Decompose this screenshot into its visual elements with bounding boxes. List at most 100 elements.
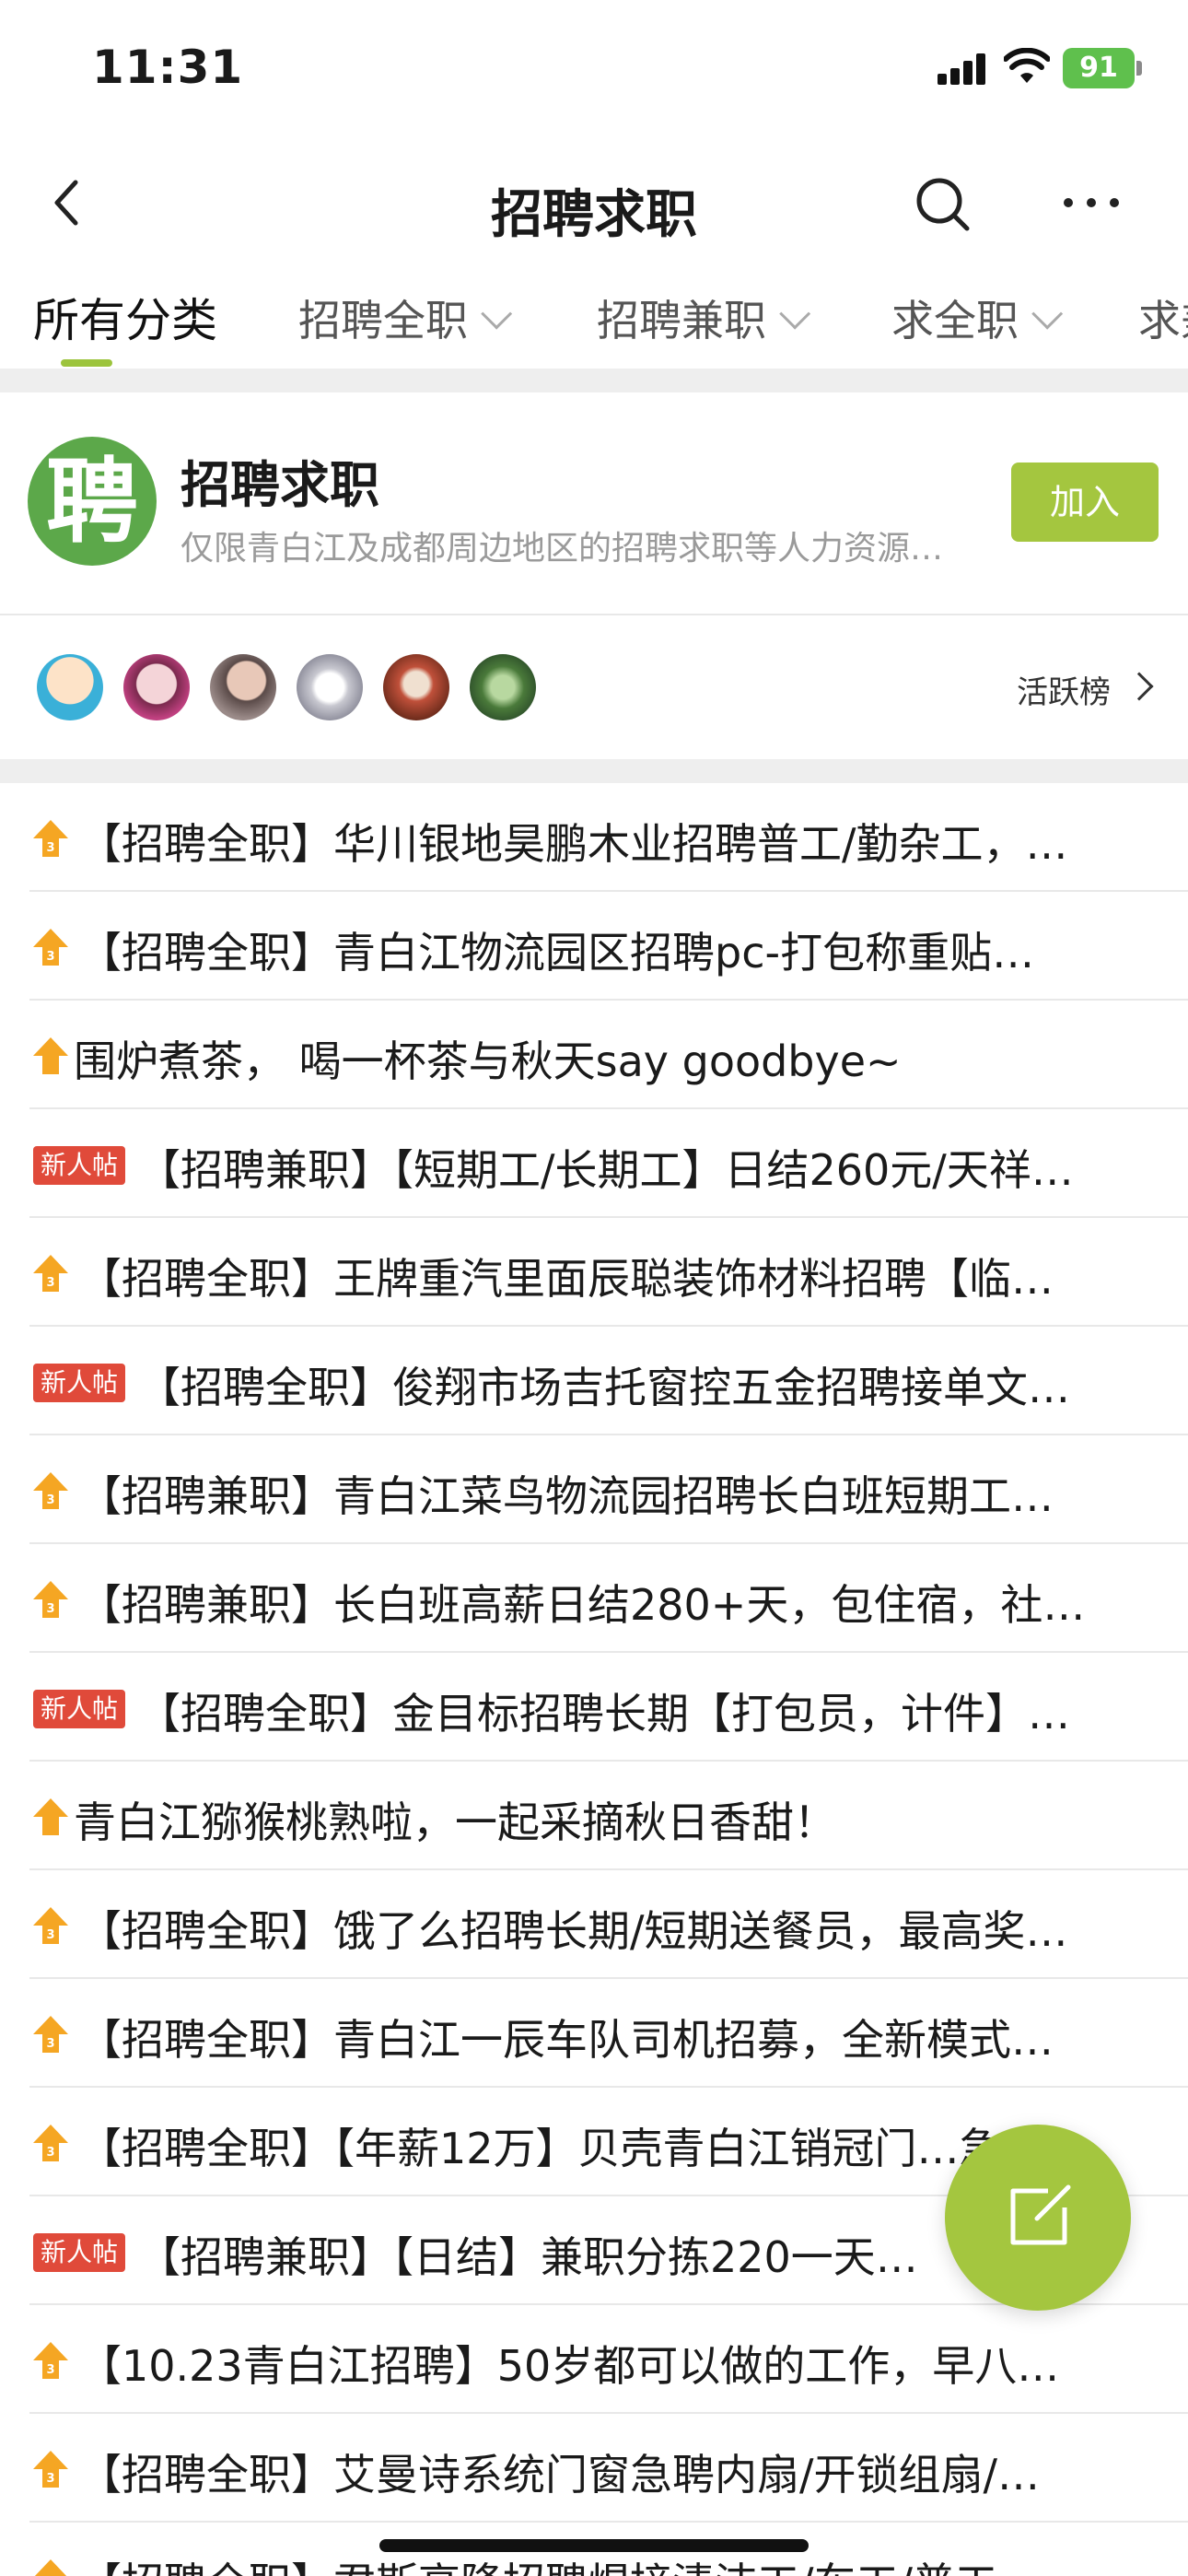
post-title: 【招聘兼职】长白班高薪日结280+天，包住宿，社…: [79, 1580, 1086, 1630]
boost-icon: 3: [33, 2016, 68, 2053]
wifi-icon: [1004, 48, 1050, 83]
boost-level: 3: [46, 1602, 54, 1616]
post-title: 【招聘全职】青白江一辰车队司机招募，全新模式…: [79, 2015, 1054, 2065]
new-post-badge: 新人帖: [33, 1364, 125, 1402]
boost-level: 3: [46, 1493, 54, 1507]
boost-icon: 3: [33, 1255, 68, 1292]
boost-icon: [33, 1037, 68, 1074]
group-logo: 聘: [28, 437, 157, 566]
list-item[interactable]: 新人帖 【招聘全职】金目标招聘长期【打包员，计件】…: [29, 1653, 1188, 1762]
avatar[interactable]: [470, 654, 536, 720]
list-item[interactable]: 围炉煮茶， 喝一杯茶与秋天say goodbye~: [29, 1001, 1188, 1109]
nav-bar: 招聘求职: [0, 147, 1188, 258]
avatar[interactable]: [123, 654, 190, 720]
boost-level: 3: [46, 2472, 54, 2486]
boost-icon: 3: [33, 2451, 68, 2488]
list-item[interactable]: 3 【招聘兼职】青白江菜鸟物流园招聘长白班短期工…: [29, 1435, 1188, 1544]
post-title: 【招聘全职】华川银地昊鹏木业招聘普工/勤杂工，…: [79, 819, 1068, 869]
boost-level: 3: [46, 1928, 54, 1942]
list-item[interactable]: 3 【招聘全职】王牌重汽里面辰聪装饰材料招聘【临…: [29, 1218, 1188, 1327]
tab-label: 求兼: [1138, 296, 1188, 345]
tab-label: 求全职: [891, 296, 1019, 345]
home-indicator: [379, 2539, 809, 2552]
boost-level: 3: [46, 2363, 54, 2377]
tab-recruit-parttime[interactable]: 招聘兼职: [597, 287, 811, 348]
list-item[interactable]: 3 【招聘全职】艾曼诗系统门窗急聘内扇/开锁组扇/…: [29, 2414, 1188, 2523]
avatar[interactable]: [37, 654, 103, 720]
chevron-down-icon: [779, 298, 811, 330]
compose-button[interactable]: [945, 2125, 1131, 2311]
boost-icon: 3: [33, 820, 68, 857]
post-title: 【招聘全职】饿了么招聘长期/短期送餐员，最高奖…: [79, 1906, 1068, 1956]
chevron-down-icon: [1031, 298, 1064, 330]
post-title: 【招聘兼职】【短期工/长期工】日结260元/天祥…: [138, 1145, 1074, 1195]
group-card[interactable]: 聘 招聘求职 仅限青白江及成都周边地区的招聘求职等人力资源… 加入: [0, 392, 1188, 614]
post-title: 围炉煮茶， 喝一杯茶与秋天say goodbye~: [74, 1036, 902, 1086]
post-title: 【招聘全职】艾曼诗系统门窗急聘内扇/开锁组扇/…: [79, 2450, 1040, 2500]
post-title: 【招聘全职】君斯高隆招聘焊接清洁工/车工/普工…: [79, 2550, 1166, 2576]
list-item[interactable]: 青白江猕猴桃熟啦，一起采摘秋日香甜！: [29, 1762, 1188, 1870]
category-tabs: 所有分类 招聘全职 招聘兼职 求全职 求兼: [0, 276, 1188, 369]
boost-level: 3: [46, 1276, 54, 1290]
tab-active-indicator: [61, 359, 112, 367]
section-divider: [0, 759, 1188, 783]
post-title: 【招聘全职】金目标招聘长期【打包员，计件】…: [138, 1689, 1070, 1739]
avatar[interactable]: [297, 654, 363, 720]
boost-icon: 3: [33, 2125, 68, 2161]
join-button[interactable]: 加入: [1011, 463, 1159, 542]
avatar[interactable]: [383, 654, 449, 720]
boost-icon: 3: [33, 2342, 68, 2379]
post-title: 【10.23青白江招聘】50岁都可以做的工作，早八…: [79, 2341, 1060, 2391]
boost-level: 3: [46, 2037, 54, 2051]
tab-all-categories[interactable]: 所有分类: [33, 284, 217, 350]
search-icon[interactable]: [914, 175, 973, 234]
chevron-right-icon: [1124, 672, 1154, 701]
boost-icon: 3: [33, 1581, 68, 1618]
section-divider: [0, 369, 1188, 392]
group-description: 仅限青白江及成都周边地区的招聘求职等人力资源…: [181, 530, 944, 568]
list-item[interactable]: 3 【招聘全职】青白江一辰车队司机招募，全新模式…: [29, 1979, 1188, 2088]
boost-icon: 3: [33, 1907, 68, 1944]
post-title: 【招聘全职】俊翔市场吉托窗控五金招聘接单文…: [138, 1363, 1070, 1412]
edit-icon: [1010, 2184, 1071, 2245]
status-bar: 11:31 91: [0, 0, 1188, 138]
post-title: 青白江猕猴桃熟啦，一起采摘秋日香甜！: [74, 1797, 836, 1847]
boost-icon: 3: [34, 2559, 67, 2576]
boost-icon: 3: [33, 1472, 68, 1509]
list-item[interactable]: 新人帖 【招聘全职】俊翔市场吉托窗控五金招聘接单文…: [29, 1327, 1188, 1435]
list-item[interactable]: 3 【招聘全职】华川银地昊鹏木业招聘普工/勤杂工，…: [29, 783, 1188, 892]
post-title: 【招聘全职】青白江物流园区招聘pc-打包称重贴…: [79, 928, 1035, 978]
tab-label: 招聘全职: [298, 296, 468, 345]
post-title: 【招聘兼职】青白江菜鸟物流园招聘长白班短期工…: [79, 1471, 1054, 1521]
boost-icon: [33, 1798, 68, 1835]
active-rank-link[interactable]: 活跃榜: [1017, 667, 1111, 712]
signal-icon: [938, 53, 989, 85]
list-item[interactable]: 3 【招聘兼职】长白班高薪日结280+天，包住宿，社…: [29, 1544, 1188, 1653]
tab-recruit-fulltime[interactable]: 招聘全职: [298, 287, 513, 348]
more-icon[interactable]: [1059, 184, 1124, 221]
boost-level: 3: [46, 2146, 54, 2160]
boost-level: 3: [46, 950, 54, 964]
tab-seek-fulltime[interactable]: 求全职: [891, 287, 1064, 348]
new-post-badge: 新人帖: [33, 2233, 125, 2272]
boost-icon: 3: [33, 929, 68, 966]
group-logo-char: 聘: [46, 447, 138, 556]
list-item[interactable]: 3 【招聘全职】饿了么招聘长期/短期送餐员，最高奖…: [29, 1870, 1188, 1979]
tab-label: 所有分类: [33, 294, 217, 347]
list-item[interactable]: 新人帖 【招聘兼职】【短期工/长期工】日结260元/天祥…: [29, 1109, 1188, 1218]
list-item[interactable]: 3 【招聘全职】青白江物流园区招聘pc-打包称重贴…: [29, 892, 1188, 1001]
tab-label: 招聘兼职: [597, 296, 766, 345]
battery-level: 91: [1079, 52, 1118, 84]
battery-tip: [1136, 61, 1142, 76]
list-item[interactable]: 3 【10.23青白江招聘】50岁都可以做的工作，早八…: [29, 2305, 1188, 2414]
chevron-down-icon: [481, 298, 513, 330]
page-title: 招聘求职: [491, 185, 697, 245]
boost-level: 3: [46, 841, 54, 855]
active-members-row[interactable]: 活跃榜: [0, 615, 1188, 759]
group-name: 招聘求职: [181, 456, 379, 514]
avatar[interactable]: [210, 654, 276, 720]
post-title: 【招聘全职】王牌重汽里面辰聪装饰材料招聘【临…: [79, 1254, 1054, 1304]
tab-seek-parttime[interactable]: 求兼: [1138, 287, 1188, 348]
new-post-badge: 新人帖: [33, 1146, 125, 1185]
new-post-badge: 新人帖: [33, 1690, 125, 1728]
